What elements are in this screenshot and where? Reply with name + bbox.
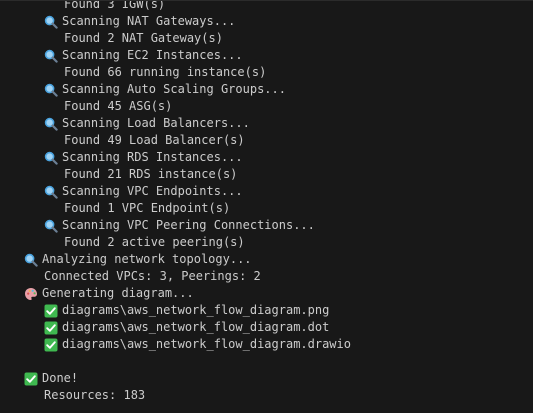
- output-line-text: Connected VPCs: 3, Peerings: 2: [44, 269, 261, 283]
- search-icon: [44, 219, 58, 233]
- output-line: Found 1 VPC Endpoint(s): [0, 200, 533, 217]
- output-line-text: Found 49 Load Balancer(s): [64, 133, 245, 147]
- output-line: diagrams\aws_network_flow_diagram.drawio: [0, 336, 533, 353]
- terminal-output[interactable]: Found 3 IGW(s) Scanning NAT Gateways... Fo…: [0, 0, 533, 413]
- output-line: Connected VPCs: 3, Peerings: 2: [0, 268, 533, 285]
- output-line-text: Scanning VPC Peering Connections...: [62, 218, 315, 232]
- output-line: Scanning VPC Endpoints...: [0, 183, 533, 200]
- output-line: Scanning RDS Instances...: [0, 149, 533, 166]
- palette-icon: [24, 287, 38, 301]
- output-line-text: Scanning VPC Endpoints...: [62, 184, 243, 198]
- check-mark-icon: [44, 338, 58, 352]
- check-mark-icon: [44, 321, 58, 335]
- output-line: Scanning Auto Scaling Groups...: [0, 81, 533, 98]
- output-line-text: Found 1 VPC Endpoint(s): [64, 201, 231, 215]
- search-icon: [44, 49, 58, 63]
- search-icon: [44, 185, 58, 199]
- output-line: Scanning NAT Gateways...: [0, 13, 533, 30]
- output-line: Analyzing network topology...: [0, 251, 533, 268]
- output-line: Found 21 RDS instance(s): [0, 166, 533, 183]
- output-line: Resources: 183: [0, 387, 533, 404]
- output-line: Done!: [0, 370, 533, 387]
- search-icon: [44, 151, 58, 165]
- output-line-text: diagrams\aws_network_flow_diagram.dot: [62, 320, 330, 334]
- check-mark-icon: [44, 304, 58, 318]
- output-line-text: Found 66 running instance(s): [64, 65, 267, 79]
- output-line-text: Found 3 IGW(s): [64, 0, 166, 11]
- output-line-text: Done!: [42, 371, 79, 385]
- output-line-text: Found 2 NAT Gateway(s): [64, 31, 223, 45]
- search-icon: [24, 253, 38, 267]
- output-line: Scanning EC2 Instances...: [0, 47, 533, 64]
- output-line-text: Scanning NAT Gateways...: [62, 14, 236, 28]
- search-icon: [44, 83, 58, 97]
- search-icon: [44, 15, 58, 29]
- terminal-lines: Found 3 IGW(s) Scanning NAT Gateways... Fo…: [0, 0, 533, 404]
- output-line: Generating diagram...: [0, 285, 533, 302]
- output-line: Scanning VPC Peering Connections...: [0, 217, 533, 234]
- output-line: Found 45 ASG(s): [0, 98, 533, 115]
- output-line: Scanning Load Balancers...: [0, 115, 533, 132]
- check-mark-icon: [24, 372, 38, 386]
- search-icon: [44, 117, 58, 131]
- output-line-text: Found 21 RDS instance(s): [64, 167, 238, 181]
- output-line-text: Found 2 active peering(s): [64, 235, 245, 249]
- output-line-text: Scanning Auto Scaling Groups...: [62, 82, 286, 96]
- output-line: Found 66 running instance(s): [0, 64, 533, 81]
- output-line-text: Scanning RDS Instances...: [62, 150, 243, 164]
- output-line-text: diagrams\aws_network_flow_diagram.drawio: [62, 337, 351, 351]
- output-line-text: Scanning Load Balancers...: [62, 116, 250, 130]
- output-line-text: Analyzing network topology...: [42, 252, 252, 266]
- output-line-text: Found 45 ASG(s): [64, 99, 173, 113]
- output-line-text: Generating diagram...: [42, 286, 194, 300]
- output-line: Found 49 Load Balancer(s): [0, 132, 533, 149]
- output-line-text: diagrams\aws_network_flow_diagram.png: [62, 303, 330, 317]
- output-line-text: Scanning EC2 Instances...: [62, 48, 243, 62]
- output-line: diagrams\aws_network_flow_diagram.dot: [0, 319, 533, 336]
- output-line: Found 2 active peering(s): [0, 234, 533, 251]
- output-line: Found 3 IGW(s): [0, 0, 533, 13]
- output-line: Found 2 NAT Gateway(s): [0, 30, 533, 47]
- output-line: diagrams\aws_network_flow_diagram.png: [0, 302, 533, 319]
- output-line-text: Resources: 183: [44, 388, 146, 402]
